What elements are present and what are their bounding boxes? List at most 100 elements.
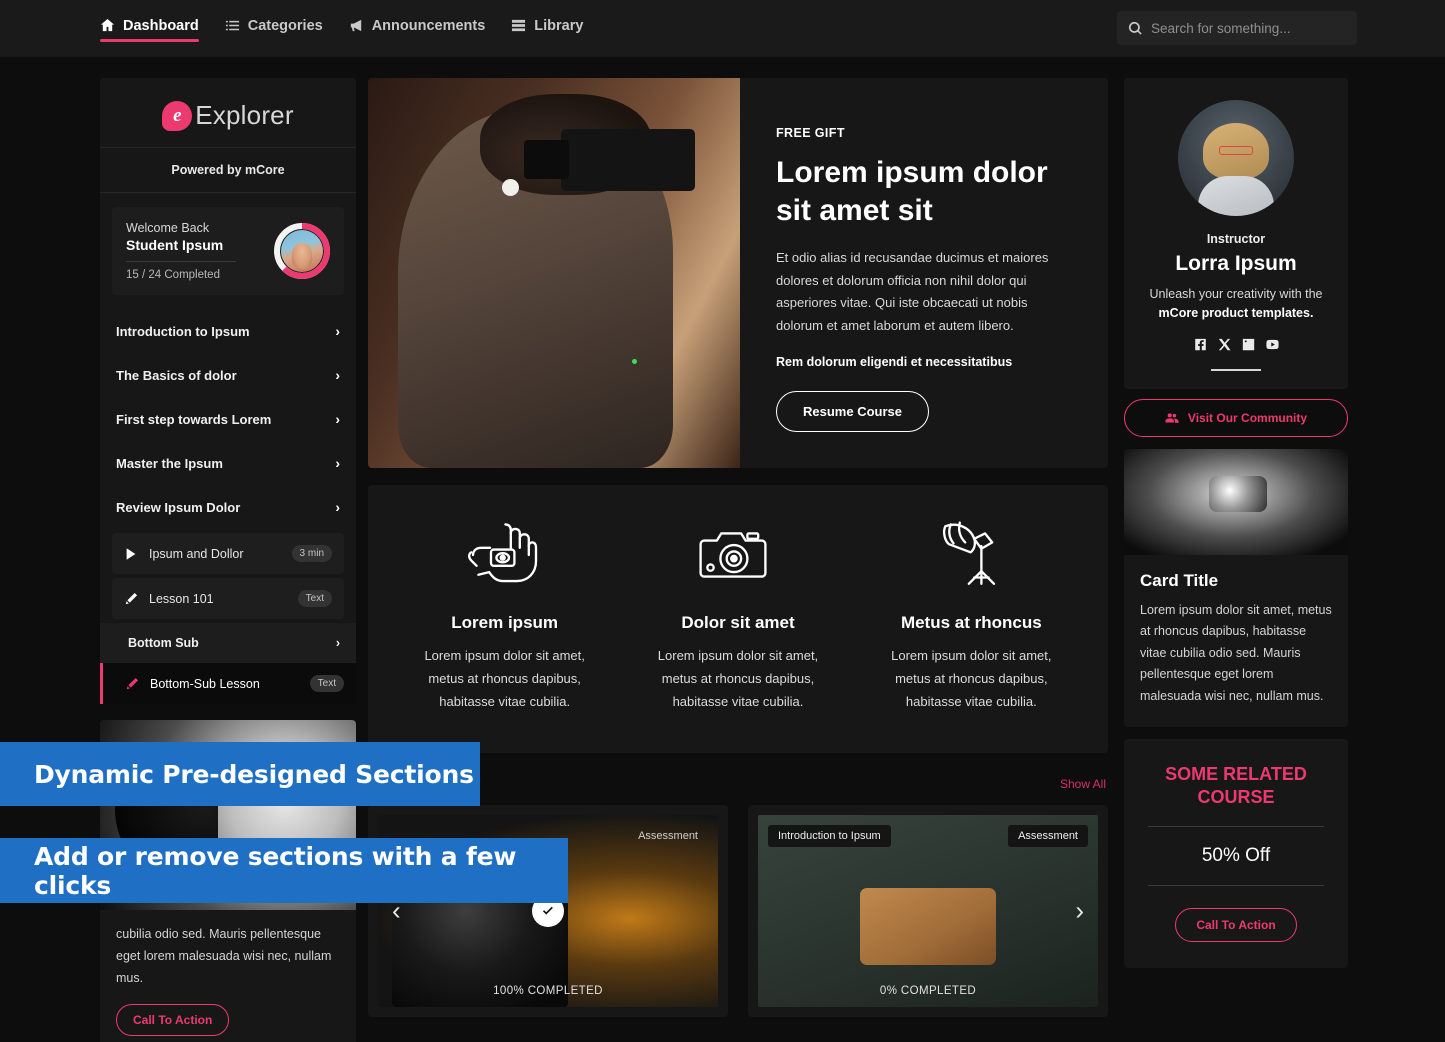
instructor-bio-line1: Unleash your creativity with the: [1149, 287, 1323, 301]
promo-card: SOME RELATED COURSE 50% Off Call To Acti…: [1124, 739, 1348, 969]
sidebar-item-bottom-sub[interactable]: Bottom Sub ›: [100, 623, 356, 663]
sidebar-item-review[interactable]: Review Ipsum Dolor ›: [100, 485, 356, 529]
chevron-right-icon: ›: [335, 323, 340, 339]
student-name: Student Ipsum: [126, 237, 224, 253]
library-icon: [511, 18, 526, 33]
favorite-card-image: Introduction to Ipsum Assessment › 0% CO…: [758, 815, 1098, 1008]
facebook-icon[interactable]: [1194, 338, 1207, 351]
feature-title: Lorem ipsum: [451, 613, 559, 632]
carousel-next-button[interactable]: ›: [1075, 896, 1084, 927]
menu-label: First step towards Lorem: [116, 411, 272, 427]
hero-kicker: FREE GIFT: [776, 126, 845, 140]
sidebar-item-bottom-sub-lesson[interactable]: Bottom-Sub Lesson Text: [100, 663, 356, 704]
welcome-card: Welcome Back Student Ipsum 15 / 24 Compl…: [112, 207, 344, 295]
youtube-icon[interactable]: [1265, 338, 1279, 351]
menu-label: Review Ipsum Dolor: [116, 499, 241, 515]
nav-item-dashboard[interactable]: Dashboard: [100, 17, 199, 42]
course-nav-panel: e Explorer Powered by mCore Welcome Back…: [100, 78, 356, 704]
feature-body: Lorem ipsum dolor sit amet, metus at rho…: [891, 648, 1052, 710]
promo-cta-button[interactable]: Call To Action: [1175, 908, 1297, 943]
play-icon: [126, 547, 136, 560]
x-icon[interactable]: [1218, 338, 1231, 351]
sidebar-item-introduction[interactable]: Introduction to Ipsum ›: [100, 309, 356, 353]
instructor-card: Instructor Lorra Ipsum Unleash your crea…: [1124, 78, 1348, 389]
feature-title: Dolor sit amet: [681, 613, 795, 632]
hero-light-dot: [501, 179, 519, 197]
chevron-right-icon: ›: [335, 636, 340, 650]
search-input[interactable]: Search for something...: [1117, 11, 1357, 45]
nav-item-label: Dashboard: [123, 17, 199, 34]
assessment-badge: Assessment: [1008, 825, 1088, 848]
related-card-title: Card Title: [1140, 570, 1219, 590]
menu-label: The Basics of dolor: [116, 367, 237, 383]
brand-logo[interactable]: e Explorer: [100, 78, 356, 148]
lesson-row-ipsum-and-dollor[interactable]: Ipsum and Dollor 3 min: [112, 533, 344, 574]
nav-item-label: Categories: [247, 17, 323, 34]
chevron-right-icon: ›: [335, 455, 340, 471]
nav-item-list: Dashboard Categories Announcements Libra…: [100, 17, 583, 42]
menu-label: Master the Ipsum: [116, 455, 223, 471]
feature-title: Metus at rhoncus: [900, 613, 1042, 632]
linkedin-icon[interactable]: [1242, 338, 1255, 351]
hero-banner: FREE GIFT Lorem ipsum dolor sit amet sit…: [368, 78, 1108, 468]
sidebar-item-basics[interactable]: The Basics of dolor ›: [100, 353, 356, 397]
pencil-icon: [125, 592, 138, 604]
course-tag-badge: Introduction to Ipsum: [768, 825, 891, 848]
divider: [1148, 826, 1324, 828]
lesson-duration-badge: 3 min: [291, 545, 332, 562]
right-sidebar: Instructor Lorra Ipsum Unleash your crea…: [1124, 78, 1348, 969]
favorite-card-2[interactable]: Introduction to Ipsum Assessment › 0% CO…: [748, 805, 1108, 1018]
completion-label: 100% COMPLETED: [493, 985, 603, 998]
show-all-link[interactable]: Show All: [1060, 777, 1106, 791]
app-root: Dashboard Categories Announcements Libra…: [0, 0, 1445, 1042]
logo-text: Explorer: [195, 100, 294, 130]
related-card[interactable]: Card Title Lorem ipsum dolor sit amet, m…: [1124, 448, 1348, 728]
megaphone-icon: [349, 18, 364, 33]
hero-paragraph: Et odio alias id recusandae ducimus et m…: [776, 250, 1049, 333]
logo-mark: e: [162, 100, 193, 131]
sidebar-item-master[interactable]: Master the Ipsum ›: [100, 441, 356, 485]
student-progress-ring: [274, 223, 330, 279]
avatar: [281, 230, 323, 272]
camera-icon: [699, 532, 768, 578]
related-card-body: Lorem ipsum dolor sit amet, metus at rho…: [1140, 602, 1332, 703]
divider: [1211, 368, 1261, 371]
nav-item-library[interactable]: Library: [511, 18, 583, 40]
chevron-right-icon: ›: [335, 499, 340, 515]
feature-item-2: Dolor sit amet Lorem ipsum dolor sit ame…: [621, 519, 854, 713]
lesson-type-badge: Text: [297, 590, 332, 607]
sidebar-card-body: cubilia odio sed. Mauris pellentesque eg…: [116, 927, 332, 985]
sub-lesson-label: Bottom-Sub Lesson: [150, 676, 260, 691]
instructor-name: Lorra Ipsum: [1175, 252, 1297, 275]
page-title: Lorem ipsum dolor sit amet sit: [776, 156, 1048, 228]
assessment-badge: Assessment: [638, 830, 698, 843]
lesson-row-lesson-101[interactable]: Lesson 101 Text: [112, 578, 344, 619]
nav-item-announcements[interactable]: Announcements: [349, 18, 485, 40]
nav-item-categories[interactable]: Categories: [225, 18, 323, 40]
hero-subtitle: Rem dolorum eligendi et necessitatibus: [776, 355, 1013, 370]
feature-body: Lorem ipsum dolor sit amet, metus at rho…: [657, 648, 819, 710]
hand-eye-icon: [468, 523, 538, 583]
chevron-right-icon: ›: [335, 367, 340, 383]
search-icon: [1128, 21, 1143, 36]
welcome-greeting: Welcome Back: [126, 221, 210, 235]
hero-green-dot: [632, 358, 638, 364]
resume-course-button[interactable]: Resume Course: [776, 391, 929, 433]
hero-camera-shape: [523, 128, 696, 192]
annotation-banner-1: Dynamic Pre-designed Sections: [0, 742, 480, 806]
sidebar-card-cta-button[interactable]: Call To Action: [116, 1003, 230, 1036]
visit-community-label: Visit Our Community: [1187, 410, 1308, 425]
instructor-role: Instructor: [1206, 232, 1266, 246]
feature-item-1: Lorem ipsum Lorem ipsum dolor sit amet, …: [388, 519, 621, 713]
visit-community-button[interactable]: Visit Our Community: [1124, 398, 1348, 437]
completion-label: 0% COMPLETED: [879, 985, 977, 998]
feature-item-3: Metus at rhoncus Lorem ipsum dolor sit a…: [855, 519, 1088, 713]
sidebar-item-first-step[interactable]: First step towards Lorem ›: [100, 397, 356, 441]
instructor-avatar: [1178, 100, 1294, 216]
features-section: Lorem ipsum Lorem ipsum dolor sit amet, …: [368, 485, 1108, 754]
related-card-image: [1124, 448, 1348, 555]
home-icon: [100, 18, 115, 33]
lesson-label: Lesson 101: [149, 591, 214, 606]
search-placeholder: Search for something...: [1151, 20, 1291, 36]
lesson-label: Ipsum and Dollor: [149, 546, 244, 561]
